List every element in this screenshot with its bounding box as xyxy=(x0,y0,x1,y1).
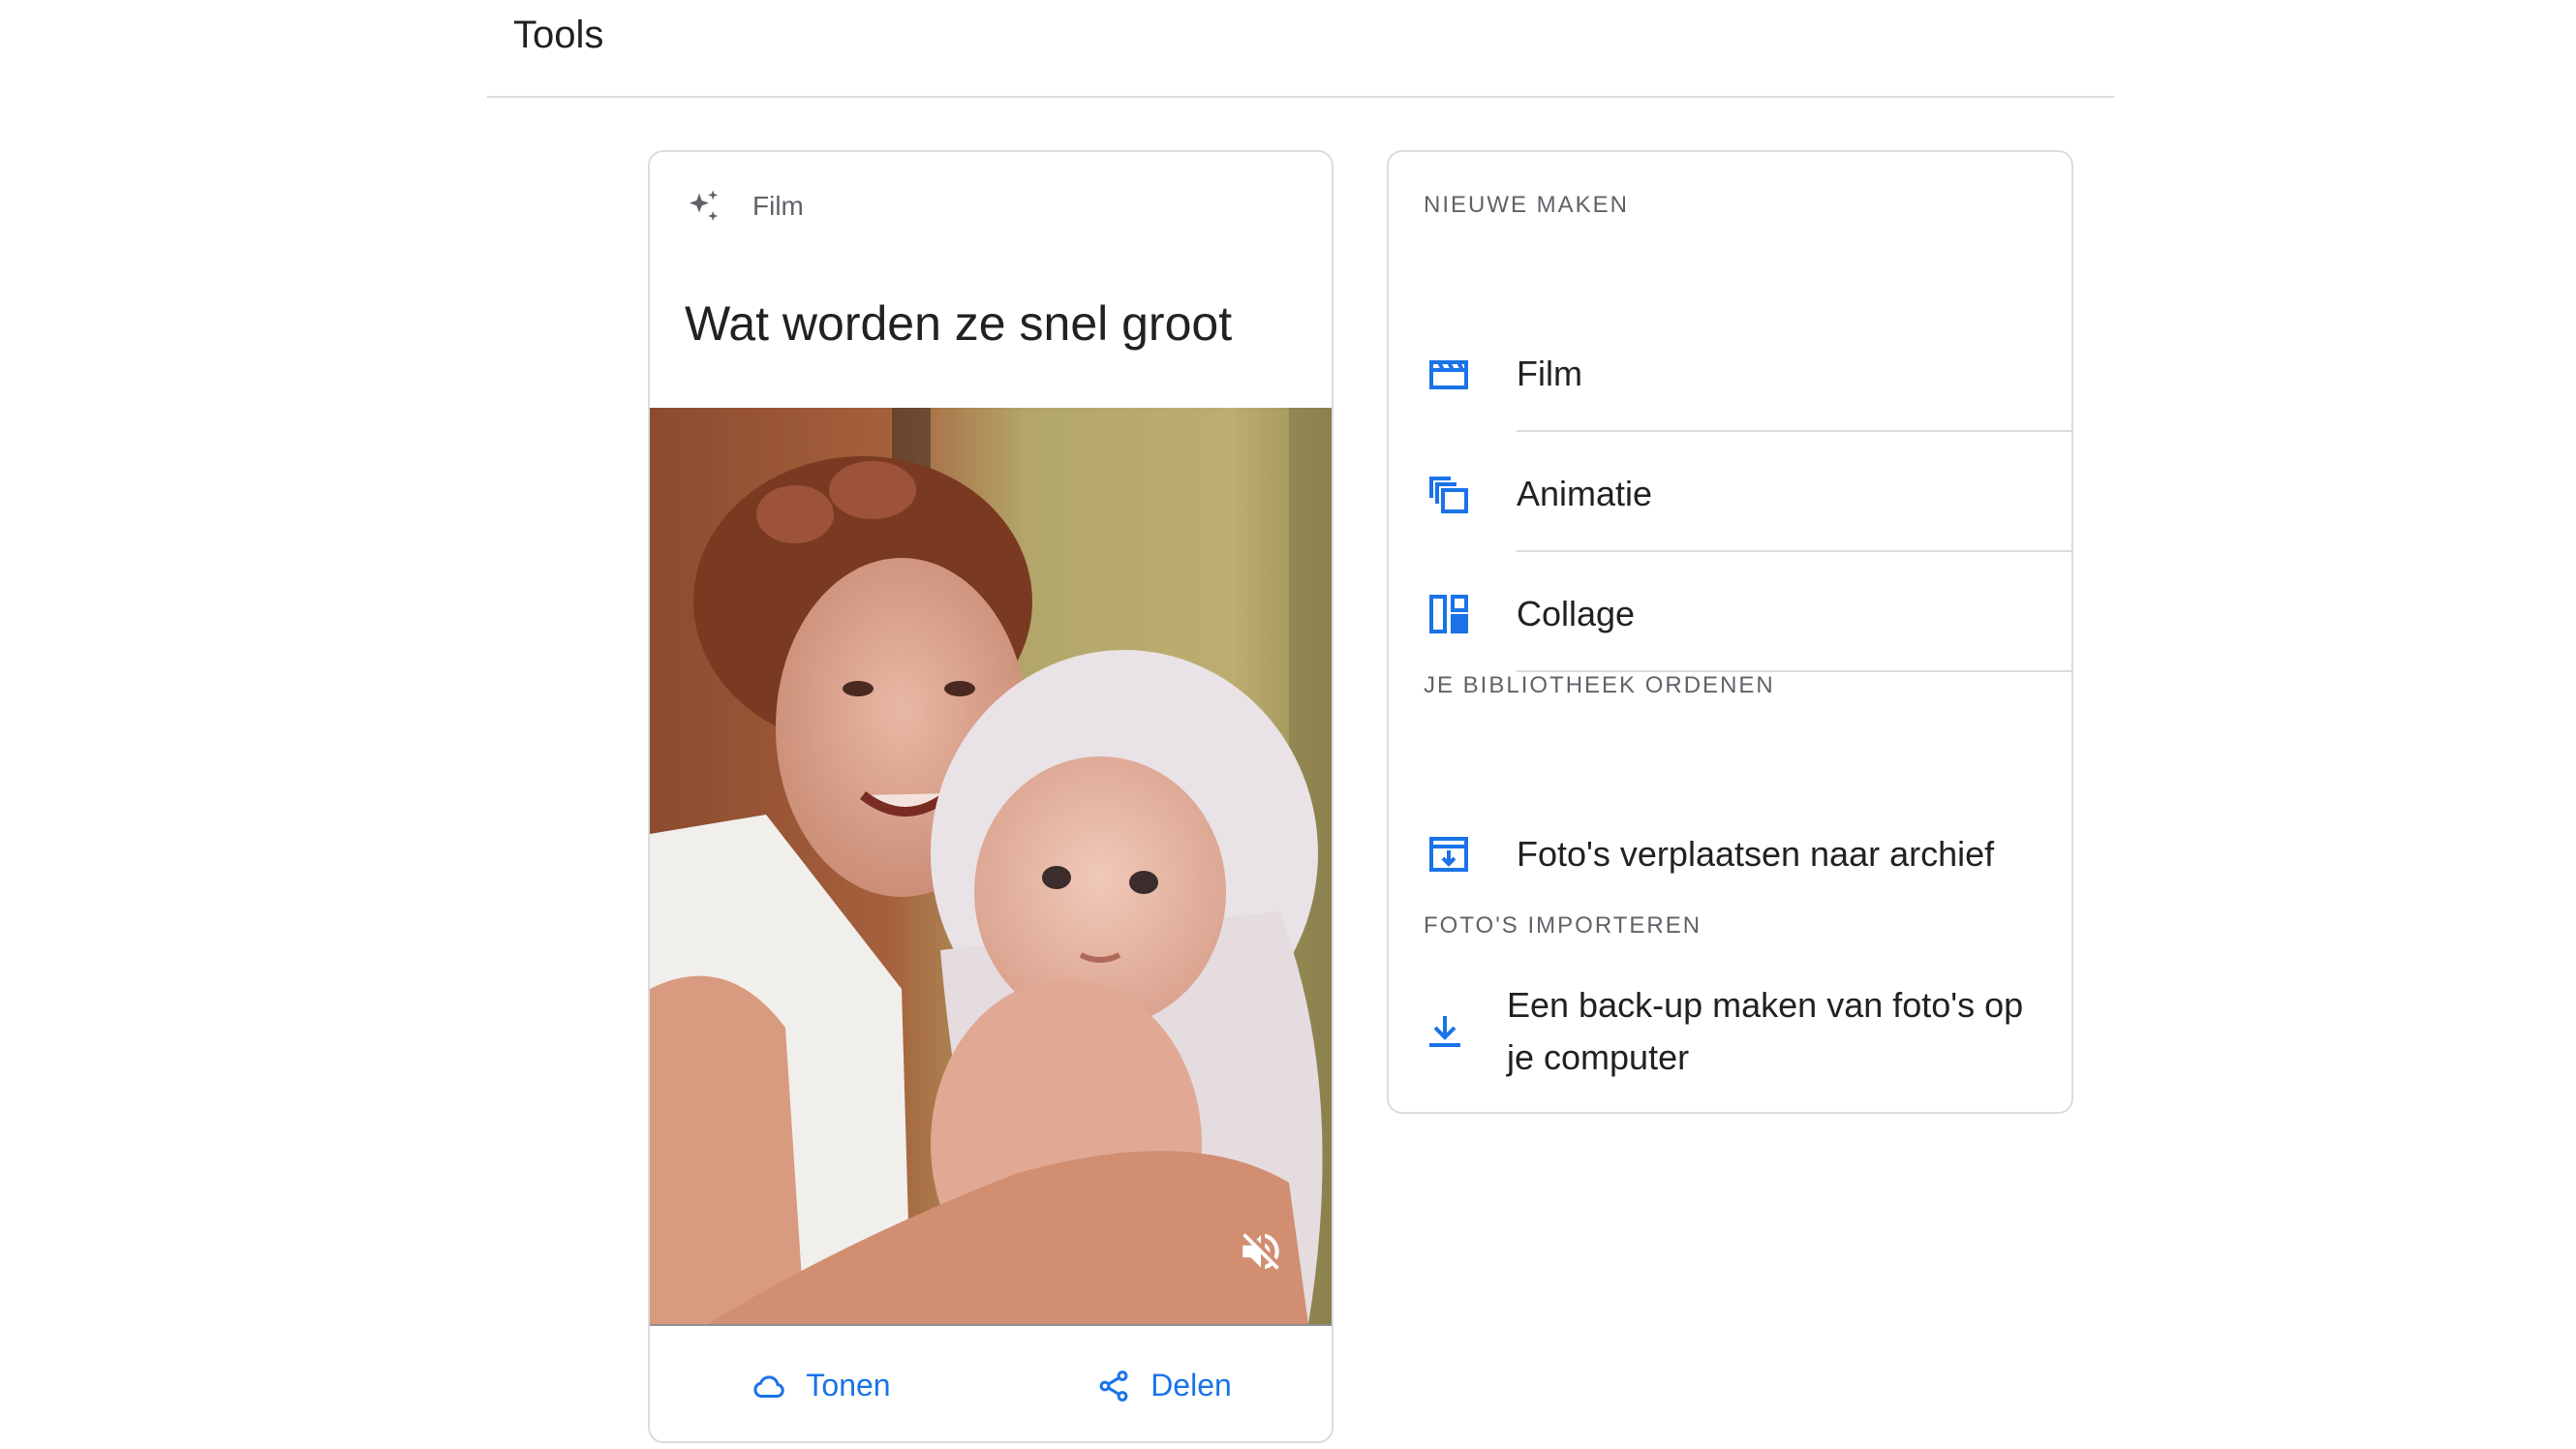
page-title: Tools xyxy=(513,14,604,56)
card-type-label: Film xyxy=(752,191,804,221)
tool-label-backup: Een back-up maken van foto's op je compu… xyxy=(1507,985,2024,1077)
tool-label-movie: Film xyxy=(1517,354,1582,393)
tools-card: NIEUWE MAKEN Film Animatie Collage JE BI… xyxy=(1387,150,2073,1114)
header-divider xyxy=(487,96,2114,98)
card-header: Film xyxy=(685,185,804,228)
cloud-icon xyxy=(753,1374,785,1398)
animation-icon xyxy=(1429,477,1468,513)
archive-icon xyxy=(1429,837,1468,872)
share-button[interactable]: Delen xyxy=(993,1368,1332,1403)
tool-item-backup[interactable]: Een back-up maken van foto's op je compu… xyxy=(1389,971,2071,1092)
show-button-label: Tonen xyxy=(806,1368,891,1403)
section-heading-create: NIEUWE MAKEN xyxy=(1424,192,1630,218)
photo-illustration xyxy=(650,408,1332,1324)
section-heading-import: FOTO'S IMPORTEREN xyxy=(1424,912,1702,939)
mute-icon[interactable] xyxy=(1237,1227,1285,1276)
card-title: Wat worden ze snel groot xyxy=(685,296,1233,351)
tool-item-movie[interactable]: Film xyxy=(1389,316,2071,432)
tool-label-animation: Animatie xyxy=(1517,474,1653,513)
share-icon xyxy=(1099,1370,1128,1402)
tool-label-archive: Foto's verplaatsen naar archief xyxy=(1517,834,1995,874)
movie-card[interactable]: Film Wat worden ze snel groot Tonen Dele… xyxy=(648,150,1334,1443)
divider xyxy=(1517,550,2071,552)
download-icon xyxy=(1429,1016,1460,1047)
show-button[interactable]: Tonen xyxy=(650,1368,993,1403)
tool-item-collage[interactable]: Collage xyxy=(1389,556,2071,672)
movie-icon xyxy=(1429,360,1468,389)
card-actions: Tonen Delen xyxy=(650,1326,1332,1441)
tool-item-animation[interactable]: Animatie xyxy=(1389,436,2071,552)
tool-label-collage: Collage xyxy=(1517,594,1636,633)
movie-thumbnail[interactable] xyxy=(650,408,1332,1326)
divider xyxy=(1517,430,2071,432)
sparkle-icon xyxy=(690,190,719,221)
share-button-label: Delen xyxy=(1150,1368,1232,1403)
collage-icon xyxy=(1429,595,1468,633)
section-heading-organize: JE BIBLIOTHEEK ORDENEN xyxy=(1424,672,1775,698)
tool-item-archive[interactable]: Foto's verplaatsen naar archief xyxy=(1389,796,2071,912)
